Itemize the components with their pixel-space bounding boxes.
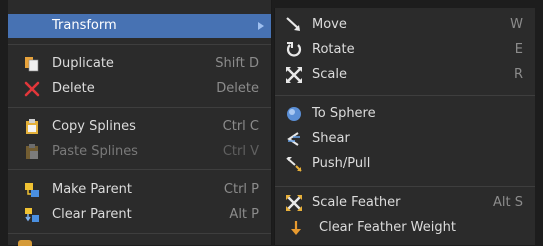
make-parent-icon bbox=[25, 183, 39, 197]
menu-item-duplicate[interactable]: Duplicate Shift D bbox=[8, 52, 271, 76]
menu-item-shear[interactable]: Shear bbox=[275, 127, 535, 151]
menu-item-label: Delete bbox=[52, 81, 95, 96]
shortcut-text: Shift D bbox=[215, 56, 259, 71]
menu-item-label: Move bbox=[312, 17, 347, 32]
menu-item-label: To Sphere bbox=[312, 106, 376, 121]
menu-item-clear-parent[interactable]: Clear Parent Alt P bbox=[8, 203, 271, 227]
separator bbox=[8, 107, 271, 108]
move-arrow-icon bbox=[286, 17, 300, 31]
menu-item-label: Scale Feather bbox=[312, 195, 401, 210]
shortcut-text: Ctrl V bbox=[222, 144, 259, 159]
separator bbox=[8, 169, 271, 170]
menu-item-paste-splines[interactable]: Paste Splines Ctrl V bbox=[8, 140, 271, 164]
rotate-icon bbox=[286, 42, 302, 57]
menu-item-label: Paste Splines bbox=[52, 144, 138, 159]
menu-item-label: Clear Feather Weight bbox=[319, 220, 456, 235]
sphere-icon bbox=[287, 107, 301, 121]
menu-item-push-pull[interactable]: Push/Pull bbox=[275, 152, 535, 176]
shortcut-text: Alt S bbox=[493, 195, 523, 210]
clear-feather-arrow-icon bbox=[291, 221, 301, 235]
paste-clipboard-icon bbox=[26, 144, 38, 159]
delete-x-icon bbox=[24, 81, 40, 97]
shortcut-text: Ctrl P bbox=[223, 182, 259, 197]
clear-parent-icon bbox=[25, 208, 39, 222]
menu-item-label: Scale bbox=[312, 67, 347, 82]
menu-item-label: Make Parent bbox=[52, 182, 132, 197]
shortcut-text: E bbox=[514, 42, 523, 57]
separator bbox=[275, 95, 535, 96]
separator bbox=[275, 186, 535, 187]
copy-clipboard-icon bbox=[26, 119, 38, 134]
scale-icon bbox=[286, 67, 302, 83]
menu-item-copy-splines[interactable]: Copy Splines Ctrl C bbox=[8, 115, 271, 139]
push-pull-icon bbox=[286, 157, 302, 172]
shortcut-text: Ctrl C bbox=[222, 119, 259, 134]
separator bbox=[8, 44, 271, 45]
separator bbox=[8, 233, 271, 234]
menu-item-transform[interactable]: Transform bbox=[8, 14, 271, 38]
submenu-arrow-icon bbox=[258, 22, 264, 30]
curve-context-menu: Transform Duplicate Shift D Delete Delet… bbox=[8, 0, 272, 245]
partially-hidden-icon bbox=[18, 240, 32, 246]
shortcut-text: Alt P bbox=[229, 207, 259, 222]
menu-item-clear-feather-weight[interactable]: Clear Feather Weight bbox=[275, 216, 535, 240]
shortcut-text: Delete bbox=[216, 81, 259, 96]
menu-item-label: Clear Parent bbox=[52, 207, 132, 222]
duplicate-icon bbox=[25, 57, 39, 72]
menu-item-label: Shear bbox=[312, 131, 350, 146]
menu-item-label: Copy Splines bbox=[52, 119, 136, 134]
menu-item-move[interactable]: Move W bbox=[275, 13, 535, 37]
transform-submenu: Move W Rotate E Scale R To Sphere Shear bbox=[274, 8, 535, 245]
menu-item-delete[interactable]: Delete Delete bbox=[8, 77, 271, 101]
shortcut-text: W bbox=[510, 17, 523, 32]
shear-icon bbox=[287, 132, 300, 146]
menu-item-scale-feather[interactable]: Scale Feather Alt S bbox=[275, 191, 535, 215]
menu-item-label: Duplicate bbox=[52, 56, 114, 71]
menu-item-label: Push/Pull bbox=[312, 156, 371, 171]
menu-item-label: Transform bbox=[52, 18, 117, 33]
menu-item-rotate[interactable]: Rotate E bbox=[275, 38, 535, 62]
shortcut-text: R bbox=[513, 67, 523, 82]
menu-item-to-sphere[interactable]: To Sphere bbox=[275, 102, 535, 126]
menu-item-scale[interactable]: Scale R bbox=[275, 63, 535, 87]
menu-item-make-parent[interactable]: Make Parent Ctrl P bbox=[8, 178, 271, 202]
scale-feather-icon bbox=[286, 195, 302, 211]
menu-item-label: Rotate bbox=[312, 42, 355, 57]
